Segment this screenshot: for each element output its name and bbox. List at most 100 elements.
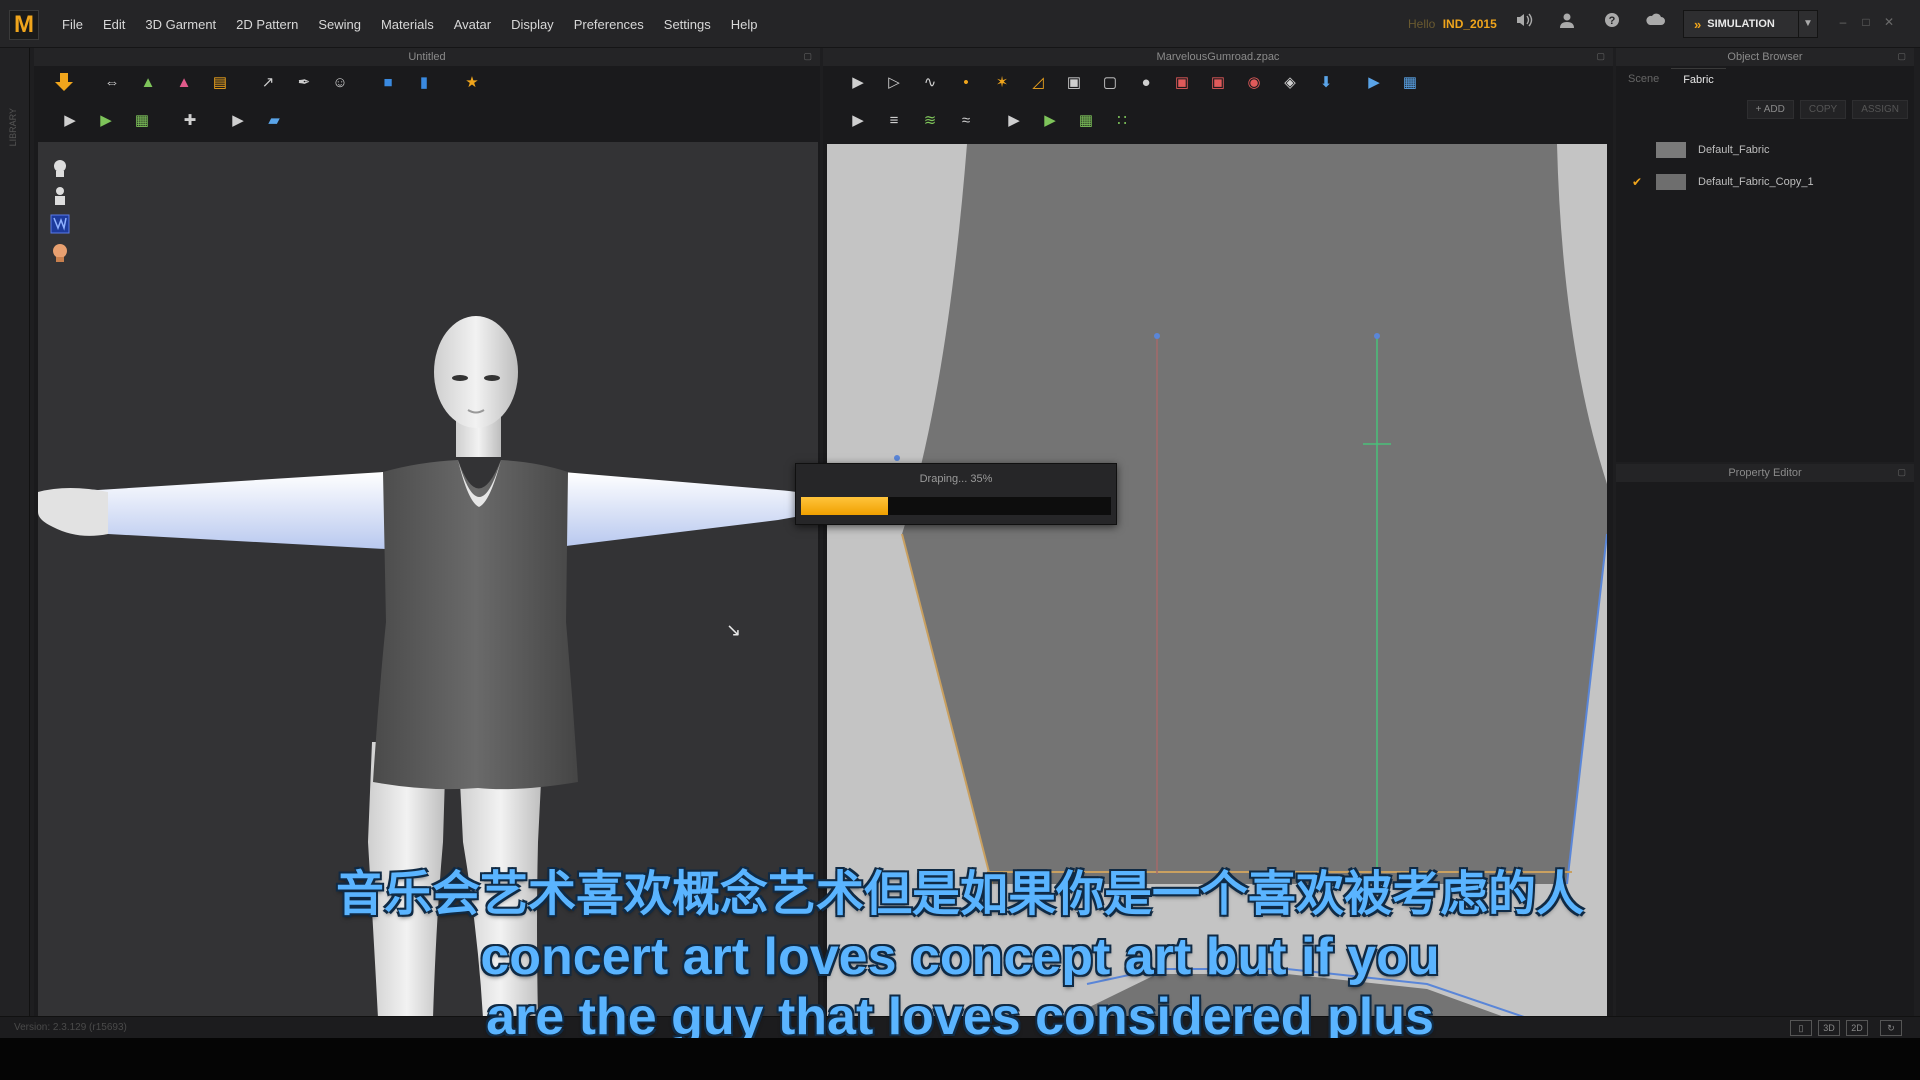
menu-materials[interactable]: Materials: [371, 17, 444, 32]
speaker-icon[interactable]: [1512, 12, 1536, 36]
list-item[interactable]: Default_Fabric: [1616, 134, 1914, 166]
panel-pin-icon[interactable]: ▢: [1897, 51, 1906, 62]
menu-help[interactable]: Help: [721, 17, 768, 32]
viewport-2d[interactable]: [827, 144, 1607, 1018]
layout-single-icon[interactable]: ▯: [1790, 1020, 1812, 1036]
garment-pink-icon[interactable]: ▲: [168, 67, 200, 97]
pose-tool-icon[interactable]: ★: [456, 67, 488, 97]
trace-icon[interactable]: ⬇: [1310, 67, 1342, 97]
select-mesh-icon[interactable]: ▶: [54, 105, 86, 135]
select-green-icon[interactable]: ▶: [90, 105, 122, 135]
fabric-swatch: [1656, 174, 1686, 190]
menu-file[interactable]: File: [52, 17, 93, 32]
square-icon[interactable]: ▢: [1094, 67, 1126, 97]
tab-scene[interactable]: Scene: [1616, 68, 1671, 90]
menu-3d-garment[interactable]: 3D Garment: [135, 17, 226, 32]
property-editor-panel: Property Editor ▢: [1616, 464, 1914, 1016]
panel-pin-icon[interactable]: ▢: [1897, 467, 1906, 478]
progress-label: Draping... 35%: [919, 473, 993, 485]
polygon-icon[interactable]: ◿: [1022, 67, 1054, 97]
pattern-pieces[interactable]: [827, 144, 1607, 1018]
pin-tool-icon[interactable]: ↗: [252, 67, 284, 97]
simulate-arrow-icon[interactable]: [48, 67, 80, 97]
plane-blue-icon[interactable]: ▰: [258, 105, 290, 135]
menu-bar: M File Edit 3D Garment 2D Pattern Sewing…: [0, 0, 1920, 48]
menu-2d-pattern[interactable]: 2D Pattern: [226, 17, 308, 32]
seam-check-icon[interactable]: ≈: [950, 105, 982, 135]
refresh-icon[interactable]: ↻: [1880, 1020, 1902, 1036]
arrow-select-icon[interactable]: ▶: [222, 105, 254, 135]
fabric-swatch: [1656, 142, 1686, 158]
marvelous-designer-window: M File Edit 3D Garment 2D Pattern Sewing…: [0, 0, 1920, 1080]
avatar-tool-icon[interactable]: ☺: [324, 67, 356, 97]
panel-pin-icon[interactable]: ▢: [803, 51, 812, 62]
app-logo: M: [9, 10, 39, 40]
user-icon[interactable]: [1555, 12, 1579, 36]
transform-icon[interactable]: ✚: [174, 105, 206, 135]
point-icon[interactable]: •: [950, 67, 982, 97]
close-icon[interactable]: ✕: [1880, 14, 1898, 30]
tshirt-blue-icon[interactable]: ■: [372, 67, 404, 97]
object-browser-panel: Object Browser ▢ Scene Fabric + ADD COPY…: [1616, 48, 1914, 462]
toolbar-3d-row2: ▶ ▶ ▦ ✚ ▶ ▰: [54, 102, 294, 138]
menu-display[interactable]: Display: [501, 17, 564, 32]
internal-square-icon[interactable]: ▣: [1202, 67, 1234, 97]
svg-text:?: ?: [1609, 15, 1616, 27]
layout-3d-icon[interactable]: 3D: [1818, 1020, 1840, 1036]
object-browser-tabs: Scene Fabric: [1616, 68, 1726, 90]
help-icon[interactable]: ?: [1600, 12, 1624, 36]
assign-fabric-button[interactable]: ASSIGN: [1852, 100, 1908, 119]
restore-icon[interactable]: □: [1857, 14, 1875, 30]
seam-icon[interactable]: ≡: [878, 105, 910, 135]
grid-green-2d-icon[interactable]: ▦: [1070, 105, 1102, 135]
simulation-mode-selector[interactable]: » SIMULATION: [1683, 10, 1803, 38]
progress-track: [801, 497, 1111, 515]
menu-avatar[interactable]: Avatar: [444, 17, 501, 32]
add-fabric-button[interactable]: + ADD: [1746, 100, 1794, 119]
internal-point-icon[interactable]: ◈: [1274, 67, 1306, 97]
fabric-name: Default_Fabric: [1698, 144, 1770, 156]
layout-2d-icon[interactable]: 2D: [1846, 1020, 1868, 1036]
version-text: Version: 2.3.129 (r15693): [14, 1022, 127, 1033]
tab-fabric[interactable]: Fabric: [1671, 68, 1726, 90]
select-mesh-2d-icon[interactable]: ▶: [998, 105, 1030, 135]
garment-green-icon[interactable]: ▲: [132, 67, 164, 97]
menu-preferences[interactable]: Preferences: [564, 17, 654, 32]
curve-icon[interactable]: ∿: [914, 67, 946, 97]
brush-tool-icon[interactable]: ✒: [288, 67, 320, 97]
edit-pattern-icon[interactable]: ▷: [878, 67, 910, 97]
free-seam-icon[interactable]: ≋: [914, 105, 946, 135]
pants-blue-icon[interactable]: ▮: [408, 67, 440, 97]
segment-select-icon[interactable]: ▶: [842, 105, 874, 135]
simulation-mode-label: SIMULATION: [1707, 18, 1775, 30]
select-blue-icon[interactable]: ▶: [1358, 67, 1390, 97]
cloud-icon[interactable]: [1644, 12, 1668, 36]
rectangle-icon[interactable]: ▣: [1058, 67, 1090, 97]
dart-icon[interactable]: ✶: [986, 67, 1018, 97]
list-item[interactable]: ✔ Default_Fabric_Copy_1: [1616, 166, 1914, 198]
user-name[interactable]: IND_2015: [1443, 17, 1497, 31]
copy-fabric-button[interactable]: COPY: [1799, 100, 1847, 119]
garment-edit-icon[interactable]: ▤: [204, 67, 236, 97]
library-strip[interactable]: LIBRARY: [0, 48, 30, 1038]
panel-pin-icon[interactable]: ▢: [1596, 51, 1605, 62]
internal-rect-icon[interactable]: ▣: [1166, 67, 1198, 97]
library-label: LIBRARY: [8, 108, 18, 147]
move-tool-icon[interactable]: ⇔: [96, 67, 128, 97]
minimize-icon[interactable]: ‒: [1834, 14, 1852, 30]
viewport-3d[interactable]: ↘: [38, 142, 818, 1018]
internal-circle-icon[interactable]: ◉: [1238, 67, 1270, 97]
property-editor-title: Property Editor: [1616, 464, 1914, 482]
grid-green-icon[interactable]: ▦: [126, 105, 158, 135]
toolbar-2d-row2: ▶ ≡ ≋ ≈ ▶ ▶ ▦ ∷: [842, 102, 1142, 138]
circle-icon[interactable]: ●: [1130, 67, 1162, 97]
mode-dropdown-button[interactable]: ▼: [1798, 10, 1818, 38]
menu-sewing[interactable]: Sewing: [308, 17, 371, 32]
select-green-2d-icon[interactable]: ▶: [1034, 105, 1066, 135]
menu-settings[interactable]: Settings: [654, 17, 721, 32]
avatar-figure[interactable]: [38, 142, 818, 1018]
menu-edit[interactable]: Edit: [93, 17, 135, 32]
arrange-icon[interactable]: ∷: [1106, 105, 1138, 135]
grid-blue-icon[interactable]: ▦: [1394, 67, 1426, 97]
select-pattern-icon[interactable]: ▶: [842, 67, 874, 97]
